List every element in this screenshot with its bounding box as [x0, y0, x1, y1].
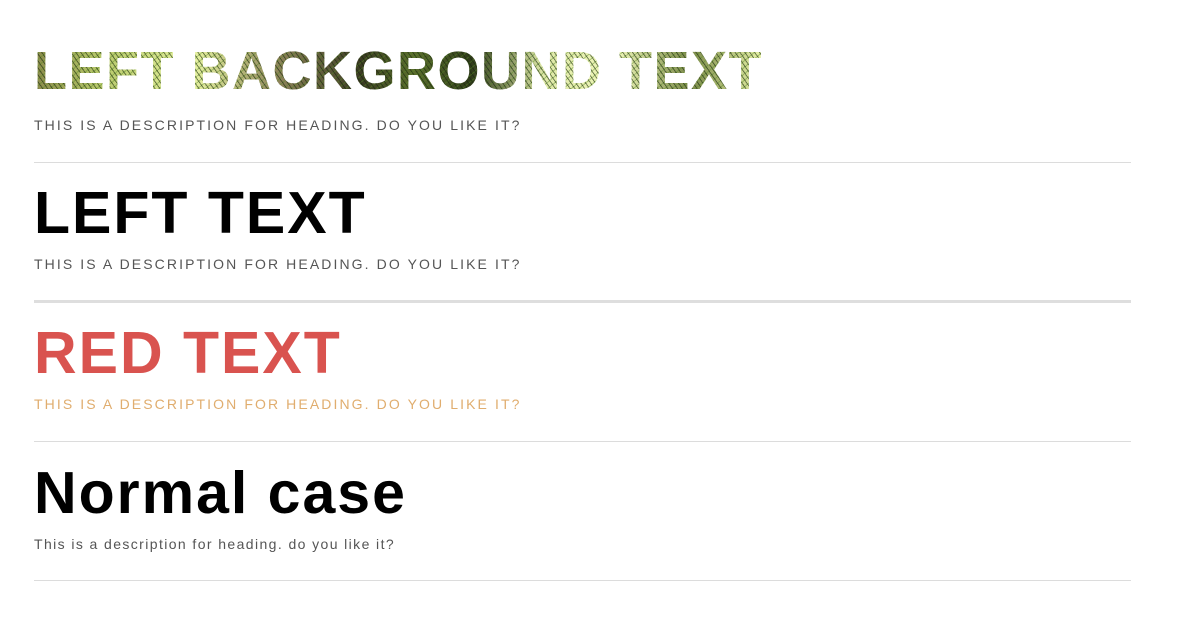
heading-background-text: LEFT BACKGROUND TEXT [34, 41, 763, 101]
heading-normal-case: Normal case [34, 460, 407, 526]
section-divider [34, 300, 1131, 303]
section-divider [34, 162, 1131, 163]
heading-description: THIS IS A DESCRIPTION FOR HEADING. DO YO… [34, 396, 522, 412]
section-divider [34, 580, 1131, 581]
heading-red-text: RED TEXT [34, 320, 342, 386]
heading-left-text: LEFT TEXT [34, 180, 367, 246]
heading-description: THIS IS A DESCRIPTION FOR HEADING. DO YO… [34, 117, 522, 133]
heading-description: This is a description for heading. do yo… [34, 536, 396, 552]
heading-description: THIS IS A DESCRIPTION FOR HEADING. DO YO… [34, 256, 522, 272]
section-divider [34, 441, 1131, 442]
